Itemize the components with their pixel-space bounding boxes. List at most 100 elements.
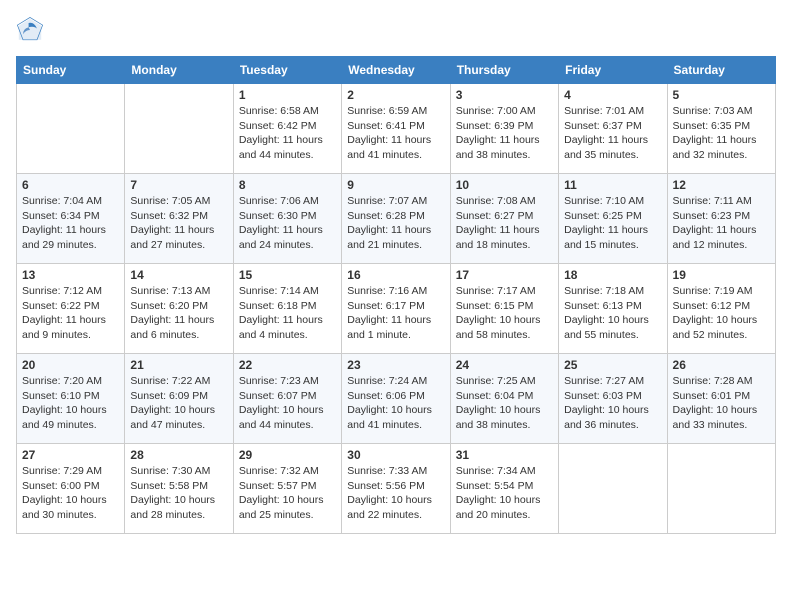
day-of-week-header: Saturday [667,57,775,84]
calendar-cell [667,444,775,534]
day-info: Sunrise: 7:08 AM Sunset: 6:27 PM Dayligh… [456,194,553,253]
day-info: Sunrise: 6:58 AM Sunset: 6:42 PM Dayligh… [239,104,336,163]
day-info: Sunrise: 7:16 AM Sunset: 6:17 PM Dayligh… [347,284,444,343]
calendar-cell: 27 Sunrise: 7:29 AM Sunset: 6:00 PM Dayli… [17,444,125,534]
day-number: 13 [22,268,119,282]
day-info: Sunrise: 7:19 AM Sunset: 6:12 PM Dayligh… [673,284,770,343]
day-number: 12 [673,178,770,192]
calendar-cell: 1 Sunrise: 6:58 AM Sunset: 6:42 PM Daylig… [233,84,341,174]
calendar-cell: 13 Sunrise: 7:12 AM Sunset: 6:22 PM Dayli… [17,264,125,354]
day-info: Sunrise: 7:01 AM Sunset: 6:37 PM Dayligh… [564,104,661,163]
day-number: 26 [673,358,770,372]
day-info: Sunrise: 7:07 AM Sunset: 6:28 PM Dayligh… [347,194,444,253]
day-info: Sunrise: 7:28 AM Sunset: 6:01 PM Dayligh… [673,374,770,433]
day-number: 17 [456,268,553,282]
day-number: 24 [456,358,553,372]
day-info: Sunrise: 7:25 AM Sunset: 6:04 PM Dayligh… [456,374,553,433]
day-number: 19 [673,268,770,282]
calendar-cell: 10Sunrise: 7:08 AM Sunset: 6:27 PM Dayli… [450,174,558,264]
day-info: Sunrise: 7:05 AM Sunset: 6:32 PM Dayligh… [130,194,227,253]
day-number: 18 [564,268,661,282]
day-of-week-header: Friday [559,57,667,84]
day-number: 31 [456,448,553,462]
calendar-cell: 6 Sunrise: 7:04 AM Sunset: 6:34 PM Daylig… [17,174,125,264]
calendar-cell: 21 Sunrise: 7:22 AM Sunset: 6:09 PM Dayli… [125,354,233,444]
day-info: Sunrise: 7:22 AM Sunset: 6:09 PM Dayligh… [130,374,227,433]
calendar-cell: 18 Sunrise: 7:18 AM Sunset: 6:13 PM Dayli… [559,264,667,354]
calendar-table: SundayMondayTuesdayWednesdayThursdayFrid… [16,56,776,534]
calendar-cell [125,84,233,174]
calendar-cell: 4 Sunrise: 7:01 AM Sunset: 6:37 PM Daylig… [559,84,667,174]
day-number: 20 [22,358,119,372]
day-number: 2 [347,88,444,102]
day-info: Sunrise: 7:29 AM Sunset: 6:00 PM Dayligh… [22,464,119,523]
day-number: 9 [347,178,444,192]
day-info: Sunrise: 7:06 AM Sunset: 6:30 PM Dayligh… [239,194,336,253]
day-number: 27 [22,448,119,462]
day-info: Sunrise: 7:10 AM Sunset: 6:25 PM Dayligh… [564,194,661,253]
day-of-week-header: Monday [125,57,233,84]
day-number: 22 [239,358,336,372]
calendar-week-row: 6 Sunrise: 7:04 AM Sunset: 6:34 PM Daylig… [17,174,776,264]
day-number: 30 [347,448,444,462]
calendar-cell: 20 Sunrise: 7:20 AM Sunset: 6:10 PM Dayli… [17,354,125,444]
calendar-cell [17,84,125,174]
calendar-cell: 17Sunrise: 7:17 AM Sunset: 6:15 PM Dayli… [450,264,558,354]
day-number: 1 [239,88,336,102]
day-number: 29 [239,448,336,462]
calendar-cell: 5 Sunrise: 7:03 AM Sunset: 6:35 PM Daylig… [667,84,775,174]
calendar-cell: 16Sunrise: 7:16 AM Sunset: 6:17 PM Dayli… [342,264,450,354]
day-number: 3 [456,88,553,102]
day-info: Sunrise: 7:12 AM Sunset: 6:22 PM Dayligh… [22,284,119,343]
day-of-week-header: Sunday [17,57,125,84]
day-number: 7 [130,178,227,192]
calendar-cell: 24 Sunrise: 7:25 AM Sunset: 6:04 PM Dayli… [450,354,558,444]
day-number: 5 [673,88,770,102]
calendar-cell: 26 Sunrise: 7:28 AM Sunset: 6:01 PM Dayli… [667,354,775,444]
calendar-cell: 2 Sunrise: 6:59 AM Sunset: 6:41 PM Daylig… [342,84,450,174]
day-info: Sunrise: 7:13 AM Sunset: 6:20 PM Dayligh… [130,284,227,343]
day-info: Sunrise: 7:20 AM Sunset: 6:10 PM Dayligh… [22,374,119,433]
calendar-cell: 25 Sunrise: 7:27 AM Sunset: 6:03 PM Dayli… [559,354,667,444]
calendar-cell: 30 Sunrise: 7:33 AM Sunset: 5:56 PM Dayli… [342,444,450,534]
calendar-cell: 22Sunrise: 7:23 AM Sunset: 6:07 PM Dayli… [233,354,341,444]
calendar-week-row: 1 Sunrise: 6:58 AM Sunset: 6:42 PM Daylig… [17,84,776,174]
day-info: Sunrise: 7:34 AM Sunset: 5:54 PM Dayligh… [456,464,553,523]
day-info: Sunrise: 7:27 AM Sunset: 6:03 PM Dayligh… [564,374,661,433]
calendar-cell [559,444,667,534]
calendar-week-row: 13 Sunrise: 7:12 AM Sunset: 6:22 PM Dayli… [17,264,776,354]
calendar-week-row: 20 Sunrise: 7:20 AM Sunset: 6:10 PM Dayli… [17,354,776,444]
calendar-cell: 14 Sunrise: 7:13 AM Sunset: 6:20 PM Dayli… [125,264,233,354]
day-of-week-header: Tuesday [233,57,341,84]
day-info: Sunrise: 7:03 AM Sunset: 6:35 PM Dayligh… [673,104,770,163]
day-number: 6 [22,178,119,192]
calendar-cell: 15 Sunrise: 7:14 AM Sunset: 6:18 PM Dayli… [233,264,341,354]
day-info: Sunrise: 7:14 AM Sunset: 6:18 PM Dayligh… [239,284,336,343]
day-info: Sunrise: 7:33 AM Sunset: 5:56 PM Dayligh… [347,464,444,523]
day-number: 28 [130,448,227,462]
calendar-cell: 12 Sunrise: 7:11 AM Sunset: 6:23 PM Dayli… [667,174,775,264]
day-number: 11 [564,178,661,192]
day-number: 15 [239,268,336,282]
day-info: Sunrise: 7:18 AM Sunset: 6:13 PM Dayligh… [564,284,661,343]
calendar-cell: 3Sunrise: 7:00 AM Sunset: 6:39 PM Daylig… [450,84,558,174]
day-of-week-header: Thursday [450,57,558,84]
calendar-cell: 9 Sunrise: 7:07 AM Sunset: 6:28 PM Daylig… [342,174,450,264]
calendar-body: 1 Sunrise: 6:58 AM Sunset: 6:42 PM Daylig… [17,84,776,534]
day-number: 21 [130,358,227,372]
logo [16,16,48,44]
calendar-cell: 29Sunrise: 7:32 AM Sunset: 5:57 PM Dayli… [233,444,341,534]
day-info: Sunrise: 6:59 AM Sunset: 6:41 PM Dayligh… [347,104,444,163]
day-info: Sunrise: 7:24 AM Sunset: 6:06 PM Dayligh… [347,374,444,433]
page-header [16,16,776,44]
day-number: 14 [130,268,227,282]
day-info: Sunrise: 7:04 AM Sunset: 6:34 PM Dayligh… [22,194,119,253]
calendar-header: SundayMondayTuesdayWednesdayThursdayFrid… [17,57,776,84]
day-number: 4 [564,88,661,102]
day-info: Sunrise: 7:11 AM Sunset: 6:23 PM Dayligh… [673,194,770,253]
day-number: 8 [239,178,336,192]
calendar-cell: 23Sunrise: 7:24 AM Sunset: 6:06 PM Dayli… [342,354,450,444]
calendar-cell: 11 Sunrise: 7:10 AM Sunset: 6:25 PM Dayli… [559,174,667,264]
day-number: 25 [564,358,661,372]
calendar-cell: 28Sunrise: 7:30 AM Sunset: 5:58 PM Dayli… [125,444,233,534]
